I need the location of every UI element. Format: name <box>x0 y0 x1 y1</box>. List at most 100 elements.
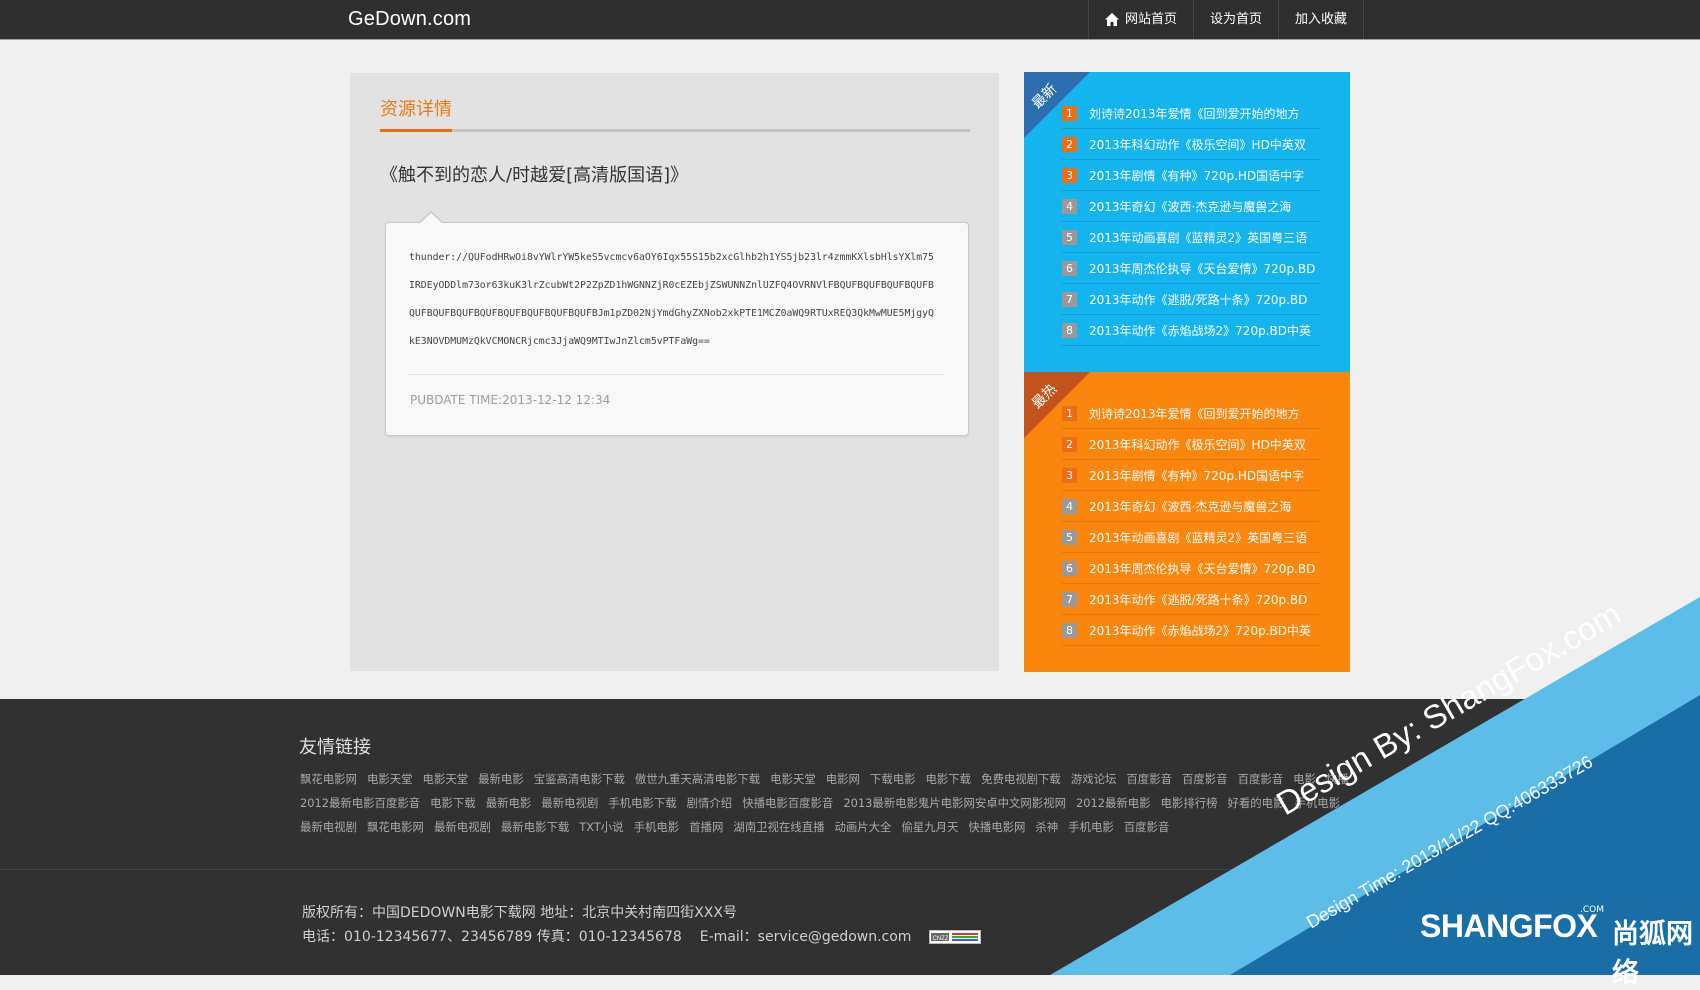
friend-link[interactable]: 飘花电影网 <box>367 820 424 834</box>
friend-link[interactable]: 电影天堂 <box>367 772 413 786</box>
cnzz-badge-label: CNZZ <box>933 936 949 942</box>
list-item[interactable]: 3 2013年剧情《有种》720p.HD国语中字 <box>1062 460 1321 491</box>
list-item[interactable]: 5 2013年动画喜剧《蓝精灵2》英国粤三语 <box>1062 222 1321 253</box>
section-title: 资源详情 <box>380 99 452 120</box>
list-item[interactable]: 5 2013年动画喜剧《蓝精灵2》英国粤三语 <box>1062 522 1321 553</box>
friend-link[interactable]: 最新电影 <box>486 796 532 810</box>
list-item-title: 2013年周杰伦执导《天台爱情》720p.BD <box>1089 261 1316 276</box>
friend-link[interactable]: 动画片大全 <box>834 820 891 834</box>
rank-badge: 3 <box>1062 467 1077 483</box>
friend-link[interactable]: 最新电视剧 <box>300 820 357 834</box>
rank-badge: 3 <box>1062 167 1077 183</box>
friend-link[interactable]: 首播网 <box>689 820 723 834</box>
top-nav: 网站首页 设为首页 加入收藏 <box>1088 0 1365 39</box>
list-item[interactable]: 4 2013年奇幻《波西·杰克逊与魔兽之海 <box>1062 491 1321 522</box>
friend-link[interactable]: 剧情介绍 <box>687 796 733 810</box>
friend-link[interactable]: 宝鉴高清电影下载 <box>534 772 625 786</box>
list-item-title: 刘诗诗2013年爱情《回到爱开始的地方 <box>1089 406 1300 421</box>
divider <box>0 869 1700 870</box>
friend-link[interactable]: 百度影音 <box>1238 772 1284 786</box>
list-item[interactable]: 6 2013年周杰伦执导《天台爱情》720p.BD <box>1062 253 1321 284</box>
list-item[interactable]: 6 2013年周杰伦执导《天台爱情》720p.BD <box>1062 553 1321 584</box>
nav-home[interactable]: 网站首页 <box>1088 0 1193 39</box>
section-title-underline <box>380 129 970 132</box>
friend-link[interactable]: 飘花电影网 <box>300 772 357 786</box>
list-item[interactable]: 2 2013年科幻动作《极乐空间》HD中英双 <box>1062 129 1321 160</box>
friend-link[interactable]: 最新电影下载 <box>501 820 569 834</box>
thunder-link[interactable]: thunder://QUFodHRwOi8vYWlrYW5keS5vcmcv6a… <box>409 249 949 361</box>
site-logo[interactable]: GeDown.com <box>348 8 471 31</box>
list-item-title: 2013年动画喜剧《蓝精灵2》英国粤三语 <box>1089 530 1308 545</box>
pubdate: PUBDATE TIME:2013-12-12 12:34 <box>410 393 611 407</box>
thunder-link-line: QUFBQUFBQUFBQUFBQUFBQUFBQUFBQUFBJm1pZD02… <box>409 308 934 319</box>
list-item-title: 2013年奇幻《波西·杰克逊与魔兽之海 <box>1089 499 1292 514</box>
list-item-title: 2013年动作《逃脱/死路十条》720p.BD <box>1089 292 1308 307</box>
friend-link[interactable]: 下载电影 <box>870 772 916 786</box>
list-item[interactable]: 8 2013年动作《赤焰战场2》720p.BD中英 <box>1062 315 1321 346</box>
list-item[interactable]: 8 2013年动作《赤焰战场2》720p.BD中英 <box>1062 615 1321 646</box>
friend-links-list: 飘花电影网 电影天堂 电影天堂 最新电影 宝鉴高清电影下载 傲世九重天高清电影下载 电影天堂… <box>300 767 1360 847</box>
list-item[interactable]: 3 2013年剧情《有种》720p.HD国语中字 <box>1062 160 1321 191</box>
friend-link[interactable]: 最新电影 <box>478 772 524 786</box>
list-item[interactable]: 2 2013年科幻动作《极乐空间》HD中英双 <box>1062 429 1321 460</box>
friend-link[interactable]: 手机电影下载 <box>608 796 676 810</box>
friend-link[interactable]: 最新电视剧 <box>541 796 598 810</box>
nav-set-homepage[interactable]: 设为首页 <box>1193 0 1278 39</box>
list-item-title: 2013年动画喜剧《蓝精灵2》英国粤三语 <box>1089 230 1308 245</box>
nav-add-favorite[interactable]: 加入收藏 <box>1278 0 1365 39</box>
resource-name: 《触不到的恋人/时越爱[高清版国语]》 <box>380 165 689 186</box>
cnzz-stats-badge[interactable]: CNZZ <box>929 930 982 944</box>
thunder-link-line: IRDEyODDlm73or63kuK3lrZcubWt2P2ZpZD1hWGN… <box>409 280 934 291</box>
hottest-list: 1 刘诗诗2013年爱情《回到爱开始的地方 2 2013年科幻动作《极乐空间》HD中… <box>1062 398 1321 646</box>
rank-badge: 6 <box>1062 260 1077 276</box>
friend-link[interactable]: 2012最新电影百度影音 <box>300 796 420 810</box>
list-item-title: 2013年剧情《有种》720p.HD国语中字 <box>1089 468 1305 483</box>
friend-link[interactable]: 电影天堂 <box>423 772 469 786</box>
nav-add-favorite-label: 加入收藏 <box>1295 12 1348 27</box>
hottest-panel: 最热 1 刘诗诗2013年爱情《回到爱开始的地方 2 2013年科幻动作《极乐空间》… <box>1024 372 1350 672</box>
email-link[interactable]: E-mail：service@gedown.com <box>700 926 912 946</box>
friend-link[interactable]: 傲世九重天高清电影下载 <box>635 772 760 786</box>
friend-link[interactable]: 偷星九月天 <box>901 820 958 834</box>
list-item-title: 2013年奇幻《波西·杰克逊与魔兽之海 <box>1089 199 1292 214</box>
friend-link[interactable]: 最新电视剧 <box>434 820 491 834</box>
rank-badge: 5 <box>1062 529 1077 545</box>
friend-link[interactable]: 百度影音 <box>1124 820 1170 834</box>
friend-link[interactable]: 电影下载 <box>926 772 972 786</box>
list-item[interactable]: 7 2013年动作《逃脱/死路十条》720p.BD <box>1062 584 1321 615</box>
list-item[interactable]: 7 2013年动作《逃脱/死路十条》720p.BD <box>1062 284 1321 315</box>
divider <box>409 374 944 375</box>
friend-link[interactable]: 快播电影网 <box>968 820 1025 834</box>
shangfox-logo: SHANGFOX <box>1420 908 1598 944</box>
friend-link[interactable]: 手机电影 <box>634 820 680 834</box>
rank-badge: 1 <box>1062 105 1077 121</box>
list-item[interactable]: 1 刘诗诗2013年爱情《回到爱开始的地方 <box>1062 98 1321 129</box>
friend-link[interactable]: 电影网 <box>826 772 860 786</box>
friend-link[interactable]: 电影下载 <box>430 796 476 810</box>
link-box-pointer-inner <box>419 213 443 224</box>
list-item[interactable]: 1 刘诗诗2013年爱情《回到爱开始的地方 <box>1062 398 1321 429</box>
rank-badge: 7 <box>1062 291 1077 307</box>
friend-link[interactable]: 2013最新电影鬼片电影网安卓中文网影视网 <box>843 796 1066 810</box>
friend-link[interactable]: TXT小说 <box>579 820 623 834</box>
thunder-link-line: thunder://QUFodHRwOi8vYWlrYW5keS5vcmcv6a… <box>409 252 934 263</box>
friend-link[interactable]: 快播电影百度影音 <box>742 796 833 810</box>
rank-badge: 4 <box>1062 198 1077 214</box>
list-item-title: 2013年动作《逃脱/死路十条》720p.BD <box>1089 592 1308 607</box>
friend-link[interactable]: 游戏论坛 <box>1071 772 1117 786</box>
newest-panel: 最新 1 刘诗诗2013年爱情《回到爱开始的地方 2 2013年科幻动作《极乐空间》… <box>1024 72 1350 372</box>
friend-link[interactable]: 电影排行榜 <box>1161 796 1218 810</box>
friend-link[interactable]: 湖南卫视在线直播 <box>733 820 824 834</box>
friend-link[interactable]: 杀神 <box>1035 820 1058 834</box>
friend-link[interactable]: 免费电视剧下载 <box>981 772 1061 786</box>
home-icon <box>1105 13 1119 26</box>
list-item[interactable]: 4 2013年奇幻《波西·杰克逊与魔兽之海 <box>1062 191 1321 222</box>
list-item-title: 刘诗诗2013年爱情《回到爱开始的地方 <box>1089 106 1300 121</box>
friend-link[interactable]: 百度影音 <box>1126 772 1172 786</box>
download-link-box: thunder://QUFodHRwOi8vYWlrYW5keS5vcmcv6a… <box>385 211 969 436</box>
friend-link[interactable]: 2012最新电影 <box>1076 796 1151 810</box>
friend-link[interactable]: 百度影音 <box>1182 772 1228 786</box>
friend-link[interactable]: 电影天堂 <box>770 772 816 786</box>
shangfox-logo-cn: 尚狐网络 <box>1612 919 1693 989</box>
friend-link[interactable]: 手机电影 <box>1068 820 1114 834</box>
